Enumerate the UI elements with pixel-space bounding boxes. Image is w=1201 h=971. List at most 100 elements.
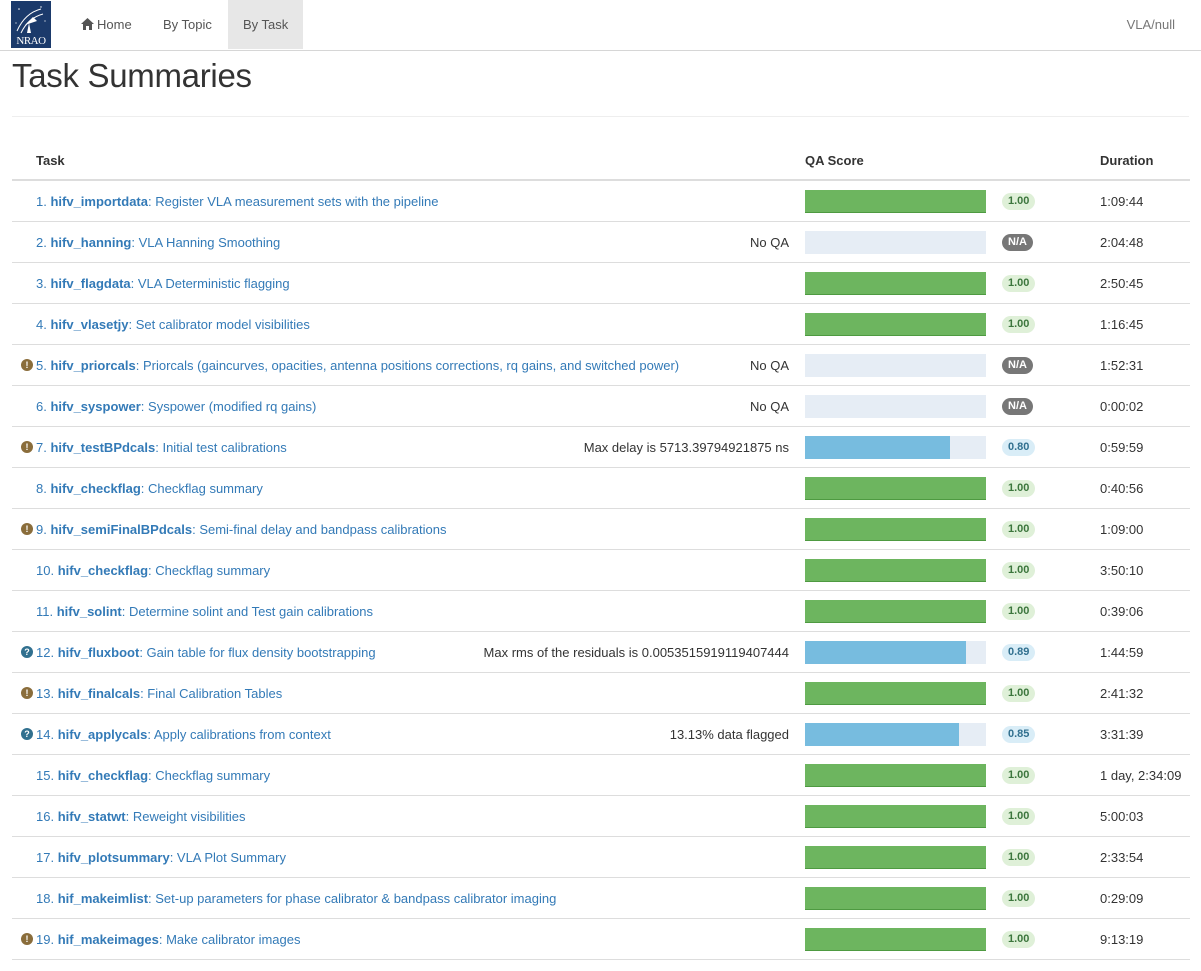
qa-score-fill — [805, 518, 986, 541]
task-name: hifv_vlasetjy — [50, 317, 129, 332]
table-row: ! 13. hifv_finalcals: Final Calibration T… — [12, 673, 1190, 714]
table-row: 10. hifv_checkflag: Checkflag summary 1.0… — [12, 550, 1190, 591]
qa-score-bar — [805, 846, 986, 869]
qa-score-badge: 1.00 — [1002, 890, 1036, 907]
qa-message: No QA — [749, 399, 789, 414]
task-link[interactable]: 13. hifv_finalcals: Final Calibration Ta… — [36, 686, 282, 701]
nav-by-task[interactable]: By Task — [228, 0, 304, 49]
nav-context-label: VLA/null — [1126, 17, 1175, 32]
table-row: 8. hifv_checkflag: Checkflag summary 1.00… — [12, 468, 1190, 509]
task-link[interactable]: 19. hif_makeimages: Make calibrator imag… — [36, 932, 301, 947]
task-link[interactable]: 9. hifv_semiFinalBPdcals: Semi-final del… — [36, 522, 446, 537]
task-duration: 0:40:56 — [1100, 481, 1144, 496]
task-summary-table: Task QA Score Duration 1. hifv_importdat… — [12, 139, 1190, 960]
task-link[interactable]: 6. hifv_syspower: Syspower (modified rq … — [36, 399, 316, 414]
task-link[interactable]: 1. hifv_importdata: Register VLA measure… — [36, 194, 438, 209]
task-duration: 1:09:44 — [1100, 194, 1144, 209]
qa-score-bar — [805, 600, 986, 623]
nav-home[interactable]: Home — [66, 0, 147, 49]
table-row: 3. hifv_flagdata: VLA Deterministic flag… — [12, 263, 1190, 304]
qa-score-badge: 1.00 — [1002, 521, 1036, 538]
task-link[interactable]: 2. hifv_hanning: VLA Hanning Smoothing — [36, 235, 280, 250]
task-duration: 1 day, 2:34:09 — [1100, 768, 1182, 783]
task-name: hifv_finalcals — [57, 686, 141, 701]
qa-score-fill — [805, 641, 967, 664]
task-name: hifv_checkflag — [57, 768, 149, 783]
task-duration: 0:00:02 — [1100, 399, 1144, 414]
task-name: hifv_priorcals — [50, 358, 136, 373]
qa-score-bar — [805, 231, 986, 254]
qa-score-bar — [805, 887, 986, 910]
qa-score-bar — [805, 518, 986, 541]
task-number: 10. — [36, 563, 55, 578]
qa-score-bar — [805, 395, 986, 418]
task-name: hifv_checkflag — [57, 563, 149, 578]
qa-score-fill — [805, 764, 986, 787]
task-link[interactable]: 17. hifv_plotsummary: VLA Plot Summary — [36, 850, 286, 865]
task-name: hifv_statwt — [57, 809, 126, 824]
task-description: : Set-up parameters for phase calibrator… — [148, 891, 557, 906]
table-row: 15. hifv_checkflag: Checkflag summary 1.0… — [12, 755, 1190, 796]
qa-score-bar — [805, 559, 986, 582]
home-icon — [81, 18, 94, 30]
task-link[interactable]: 4. hifv_vlasetjy: Set calibrator model v… — [36, 317, 310, 332]
task-link[interactable]: 11. hifv_solint: Determine solint and Te… — [36, 604, 373, 619]
page-title: Task Summaries — [12, 57, 252, 94]
task-link[interactable]: 7. hifv_testBPdcals: Initial test calibr… — [36, 440, 287, 455]
exclamation-sign-icon: ! — [21, 523, 33, 535]
qa-score-bar — [805, 477, 986, 500]
qa-score-badge: 1.00 — [1002, 685, 1036, 702]
task-name: hifv_applycals — [57, 727, 148, 742]
question-sign-icon: ? — [21, 728, 33, 740]
task-duration: 0:39:06 — [1100, 604, 1144, 619]
task-description: : Gain table for flux density bootstrapp… — [139, 645, 376, 660]
qa-score-badge: 0.80 — [1002, 439, 1036, 456]
task-name: hifv_checkflag — [50, 481, 141, 496]
task-link[interactable]: 14. hifv_applycals: Apply calibrations f… — [36, 727, 331, 742]
qa-score-fill — [805, 477, 986, 500]
task-number: 12. — [36, 645, 55, 660]
task-number: 2. — [36, 235, 47, 250]
task-duration: 0:59:59 — [1100, 440, 1144, 455]
qa-score-badge: N/A — [1002, 234, 1033, 251]
table-row: 4. hifv_vlasetjy: Set calibrator model v… — [12, 304, 1190, 345]
task-name: hifv_flagdata — [50, 276, 131, 291]
qa-score-fill — [805, 928, 986, 951]
task-duration: 2:04:48 — [1100, 235, 1144, 250]
task-link[interactable]: 10. hifv_checkflag: Checkflag summary — [36, 563, 270, 578]
task-duration: 9:13:19 — [1100, 932, 1144, 947]
qa-score-bar — [805, 682, 986, 705]
table-row: ? 14. hifv_applycals: Apply calibrations … — [12, 714, 1190, 755]
task-link[interactable]: 18. hif_makeimlist: Set-up parameters fo… — [36, 891, 556, 906]
task-number: 8. — [36, 481, 47, 496]
title-divider — [12, 116, 1189, 117]
task-link[interactable]: 15. hifv_checkflag: Checkflag summary — [36, 768, 270, 783]
qa-score-badge: 1.00 — [1002, 275, 1036, 292]
qa-score-fill — [805, 887, 986, 910]
task-link[interactable]: 3. hifv_flagdata: VLA Deterministic flag… — [36, 276, 290, 291]
header-qa-score: QA Score — [805, 153, 864, 168]
qa-score-badge: 0.89 — [1002, 644, 1036, 661]
qa-score-badge: N/A — [1002, 357, 1033, 374]
table-row: 2. hifv_hanning: VLA Hanning Smoothing No… — [12, 222, 1190, 263]
task-number: 16. — [36, 809, 55, 824]
task-number: 13. — [36, 686, 55, 701]
qa-score-bar — [805, 190, 986, 213]
task-link[interactable]: 5. hifv_priorcals: Priorcals (gaincurves… — [36, 358, 679, 373]
task-description: : Register VLA measurement sets with the… — [147, 194, 439, 209]
task-duration: 0:29:09 — [1100, 891, 1144, 906]
table-row: 1. hifv_importdata: Register VLA measure… — [12, 181, 1190, 222]
qa-score-badge: 0.85 — [1002, 726, 1036, 743]
nav-by-topic[interactable]: By Topic — [148, 0, 227, 49]
task-number: 17. — [36, 850, 55, 865]
task-link[interactable]: 8. hifv_checkflag: Checkflag summary — [36, 481, 263, 496]
task-description: : Reweight visibilities — [125, 809, 246, 824]
table-body: 1. hifv_importdata: Register VLA measure… — [12, 181, 1190, 960]
task-description: : VLA Hanning Smoothing — [131, 235, 281, 250]
task-link[interactable]: 16. hifv_statwt: Reweight visibilities — [36, 809, 246, 824]
qa-score-fill — [805, 805, 986, 828]
exclamation-sign-icon: ! — [21, 441, 33, 453]
task-description: : Priorcals (gaincurves, opacities, ante… — [135, 358, 680, 373]
task-link[interactable]: 12. hifv_fluxboot: Gain table for flux d… — [36, 645, 376, 660]
nrao-logo[interactable]: NRAO — [11, 1, 51, 48]
